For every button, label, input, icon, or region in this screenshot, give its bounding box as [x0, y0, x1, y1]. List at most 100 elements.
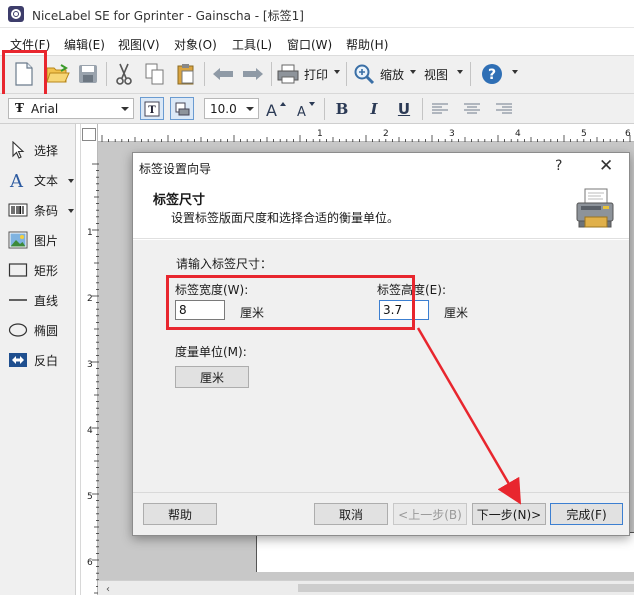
align-right-icon	[496, 102, 512, 114]
zoom-label[interactable]: 缩放	[380, 66, 404, 83]
redo-button[interactable]	[239, 60, 267, 88]
scroll-left-arrow-icon[interactable]: ‹	[106, 584, 110, 595]
chevron-down-icon	[246, 107, 254, 111]
label-paper[interactable]	[256, 532, 634, 572]
help-button[interactable]: ?	[478, 60, 506, 88]
print-dropdown-caret[interactable]	[334, 70, 340, 74]
tool-text-dropdown-caret[interactable]	[68, 179, 74, 183]
printer-font-button[interactable]: T	[140, 97, 164, 120]
tool-picture-label: 图片	[34, 234, 59, 248]
help-question-icon: ?	[482, 64, 502, 84]
close-icon[interactable]: ✕	[599, 156, 613, 176]
tool-rectangle[interactable]: 矩形	[6, 258, 74, 282]
next-button[interactable]: 下一步(N)>	[472, 503, 546, 525]
toolbar-separator	[106, 62, 107, 86]
tool-barcode-dropdown-caret[interactable]	[68, 209, 74, 213]
copy-button[interactable]	[141, 60, 169, 88]
printer-element-button[interactable]	[170, 97, 194, 120]
open-button[interactable]	[44, 60, 72, 88]
barcode-icon	[8, 203, 28, 217]
menu-window[interactable]: 窗口(W)	[287, 36, 332, 53]
paste-clipboard-icon	[177, 64, 194, 85]
cut-button[interactable]	[110, 60, 138, 88]
size-fields-highlight-box	[166, 275, 415, 330]
view-label[interactable]: 视图	[424, 66, 448, 83]
grow-font-button[interactable]: A	[264, 97, 288, 120]
tool-ellipse[interactable]: 椭圆	[6, 318, 74, 342]
cancel-button[interactable]: 取消	[314, 503, 388, 525]
tool-picture[interactable]: 图片	[6, 228, 74, 252]
select-arrow-icon	[12, 141, 25, 159]
text-icon: A	[9, 171, 24, 189]
grow-font-icon: A	[266, 101, 286, 118]
ruler-corner-grid-icon[interactable]	[82, 128, 96, 141]
menu-help[interactable]: 帮助(H)	[346, 36, 388, 53]
dialog-heading: 标签尺寸	[153, 193, 206, 208]
scrollbar-thumb[interactable]	[298, 584, 634, 592]
title-bar: NiceLabel SE for Gprinter - Gainscha - […	[0, 0, 634, 28]
menu-view[interactable]: 视图(V)	[118, 36, 160, 53]
view-dropdown-caret[interactable]	[457, 70, 463, 74]
inverse-icon	[9, 353, 27, 367]
help-button[interactable]: 帮助	[143, 503, 217, 525]
menu-bar: 文件(F) 编辑(E) 视图(V) 对象(O) 工具(L) 窗口(W) 帮助(H…	[0, 28, 634, 56]
dialog-help-icon[interactable]: ?	[555, 158, 562, 174]
horizontal-ruler: 1 2 3 4 5 6	[98, 128, 634, 142]
toolbar-separator	[271, 62, 272, 86]
print-icon-button[interactable]	[274, 60, 302, 88]
dialog-footer: 帮助 取消 <上一步(B) 下一步(N)> 完成(F)	[133, 492, 629, 535]
font-size-combo[interactable]: 10.0	[204, 98, 259, 119]
truetype-font-icon: Ŧ	[15, 101, 24, 115]
align-left-button[interactable]	[428, 97, 452, 120]
font-name-value: Arial	[31, 102, 59, 116]
toolbar-separator	[346, 62, 347, 86]
align-left-icon	[432, 102, 448, 114]
dialog-header: 标签尺寸 设置标签版面尺度和选择合适的衡量单位。	[133, 181, 629, 239]
toolbar-separator	[324, 98, 325, 120]
horizontal-scrollbar[interactable]: ‹	[98, 580, 634, 595]
toolbar-separator	[422, 98, 423, 120]
svg-text:?: ?	[488, 67, 496, 83]
svg-text:A: A	[9, 171, 24, 189]
zoom-icon-button[interactable]	[350, 60, 378, 88]
ellipse-icon	[8, 323, 28, 337]
printer-font-icon: T	[144, 101, 160, 116]
italic-button[interactable]: I	[362, 97, 386, 120]
svg-text:T: T	[148, 105, 156, 116]
tool-barcode-label: 条码	[34, 204, 59, 218]
menu-edit[interactable]: 编辑(E)	[64, 36, 105, 53]
undo-button[interactable]	[209, 60, 237, 88]
window-title: NiceLabel SE for Gprinter - Gainscha - […	[32, 9, 304, 23]
underline-button[interactable]: U	[392, 97, 416, 120]
hruler-label-5: 5	[581, 129, 587, 139]
font-name-combo[interactable]: Ŧ Arial	[8, 98, 134, 119]
paste-button[interactable]	[172, 60, 200, 88]
menu-tools[interactable]: 工具(L)	[232, 36, 272, 53]
back-button[interactable]: <上一步(B)	[393, 503, 467, 525]
bold-button[interactable]: B	[330, 97, 354, 120]
align-right-button[interactable]	[492, 97, 516, 120]
tool-inverse-label: 反白	[34, 354, 59, 368]
tool-inverse[interactable]: 反白	[6, 348, 74, 372]
tool-text[interactable]: A 文本	[6, 168, 74, 192]
finish-button[interactable]: 完成(F)	[550, 503, 623, 525]
menu-object[interactable]: 对象(O)	[174, 36, 217, 53]
save-button[interactable]	[74, 60, 102, 88]
align-center-button[interactable]	[460, 97, 484, 120]
dialog-title-bar: 标签设置向导 ? ✕	[133, 153, 629, 181]
shrink-font-button[interactable]: A	[294, 97, 318, 120]
toolbar-separator	[470, 62, 471, 86]
tool-barcode[interactable]: 条码	[6, 198, 74, 222]
vruler-label-5: 5	[87, 492, 93, 502]
tool-line[interactable]: 直线	[6, 288, 74, 312]
tool-text-label: 文本	[34, 174, 59, 188]
zoom-dropdown-caret[interactable]	[410, 70, 416, 74]
tool-select[interactable]: 选择	[6, 138, 74, 162]
dialog-title: 标签设置向导	[139, 162, 212, 176]
print-label[interactable]: 打印	[304, 66, 328, 83]
vruler-label-4: 4	[87, 426, 93, 436]
toolbar-overflow-caret[interactable]	[512, 70, 518, 74]
height-unit: 厘米	[444, 306, 469, 320]
unit-select-button[interactable]: 厘米	[175, 366, 249, 388]
dialog-subheading: 设置标签版面尺度和选择合适的衡量单位。	[171, 211, 400, 225]
